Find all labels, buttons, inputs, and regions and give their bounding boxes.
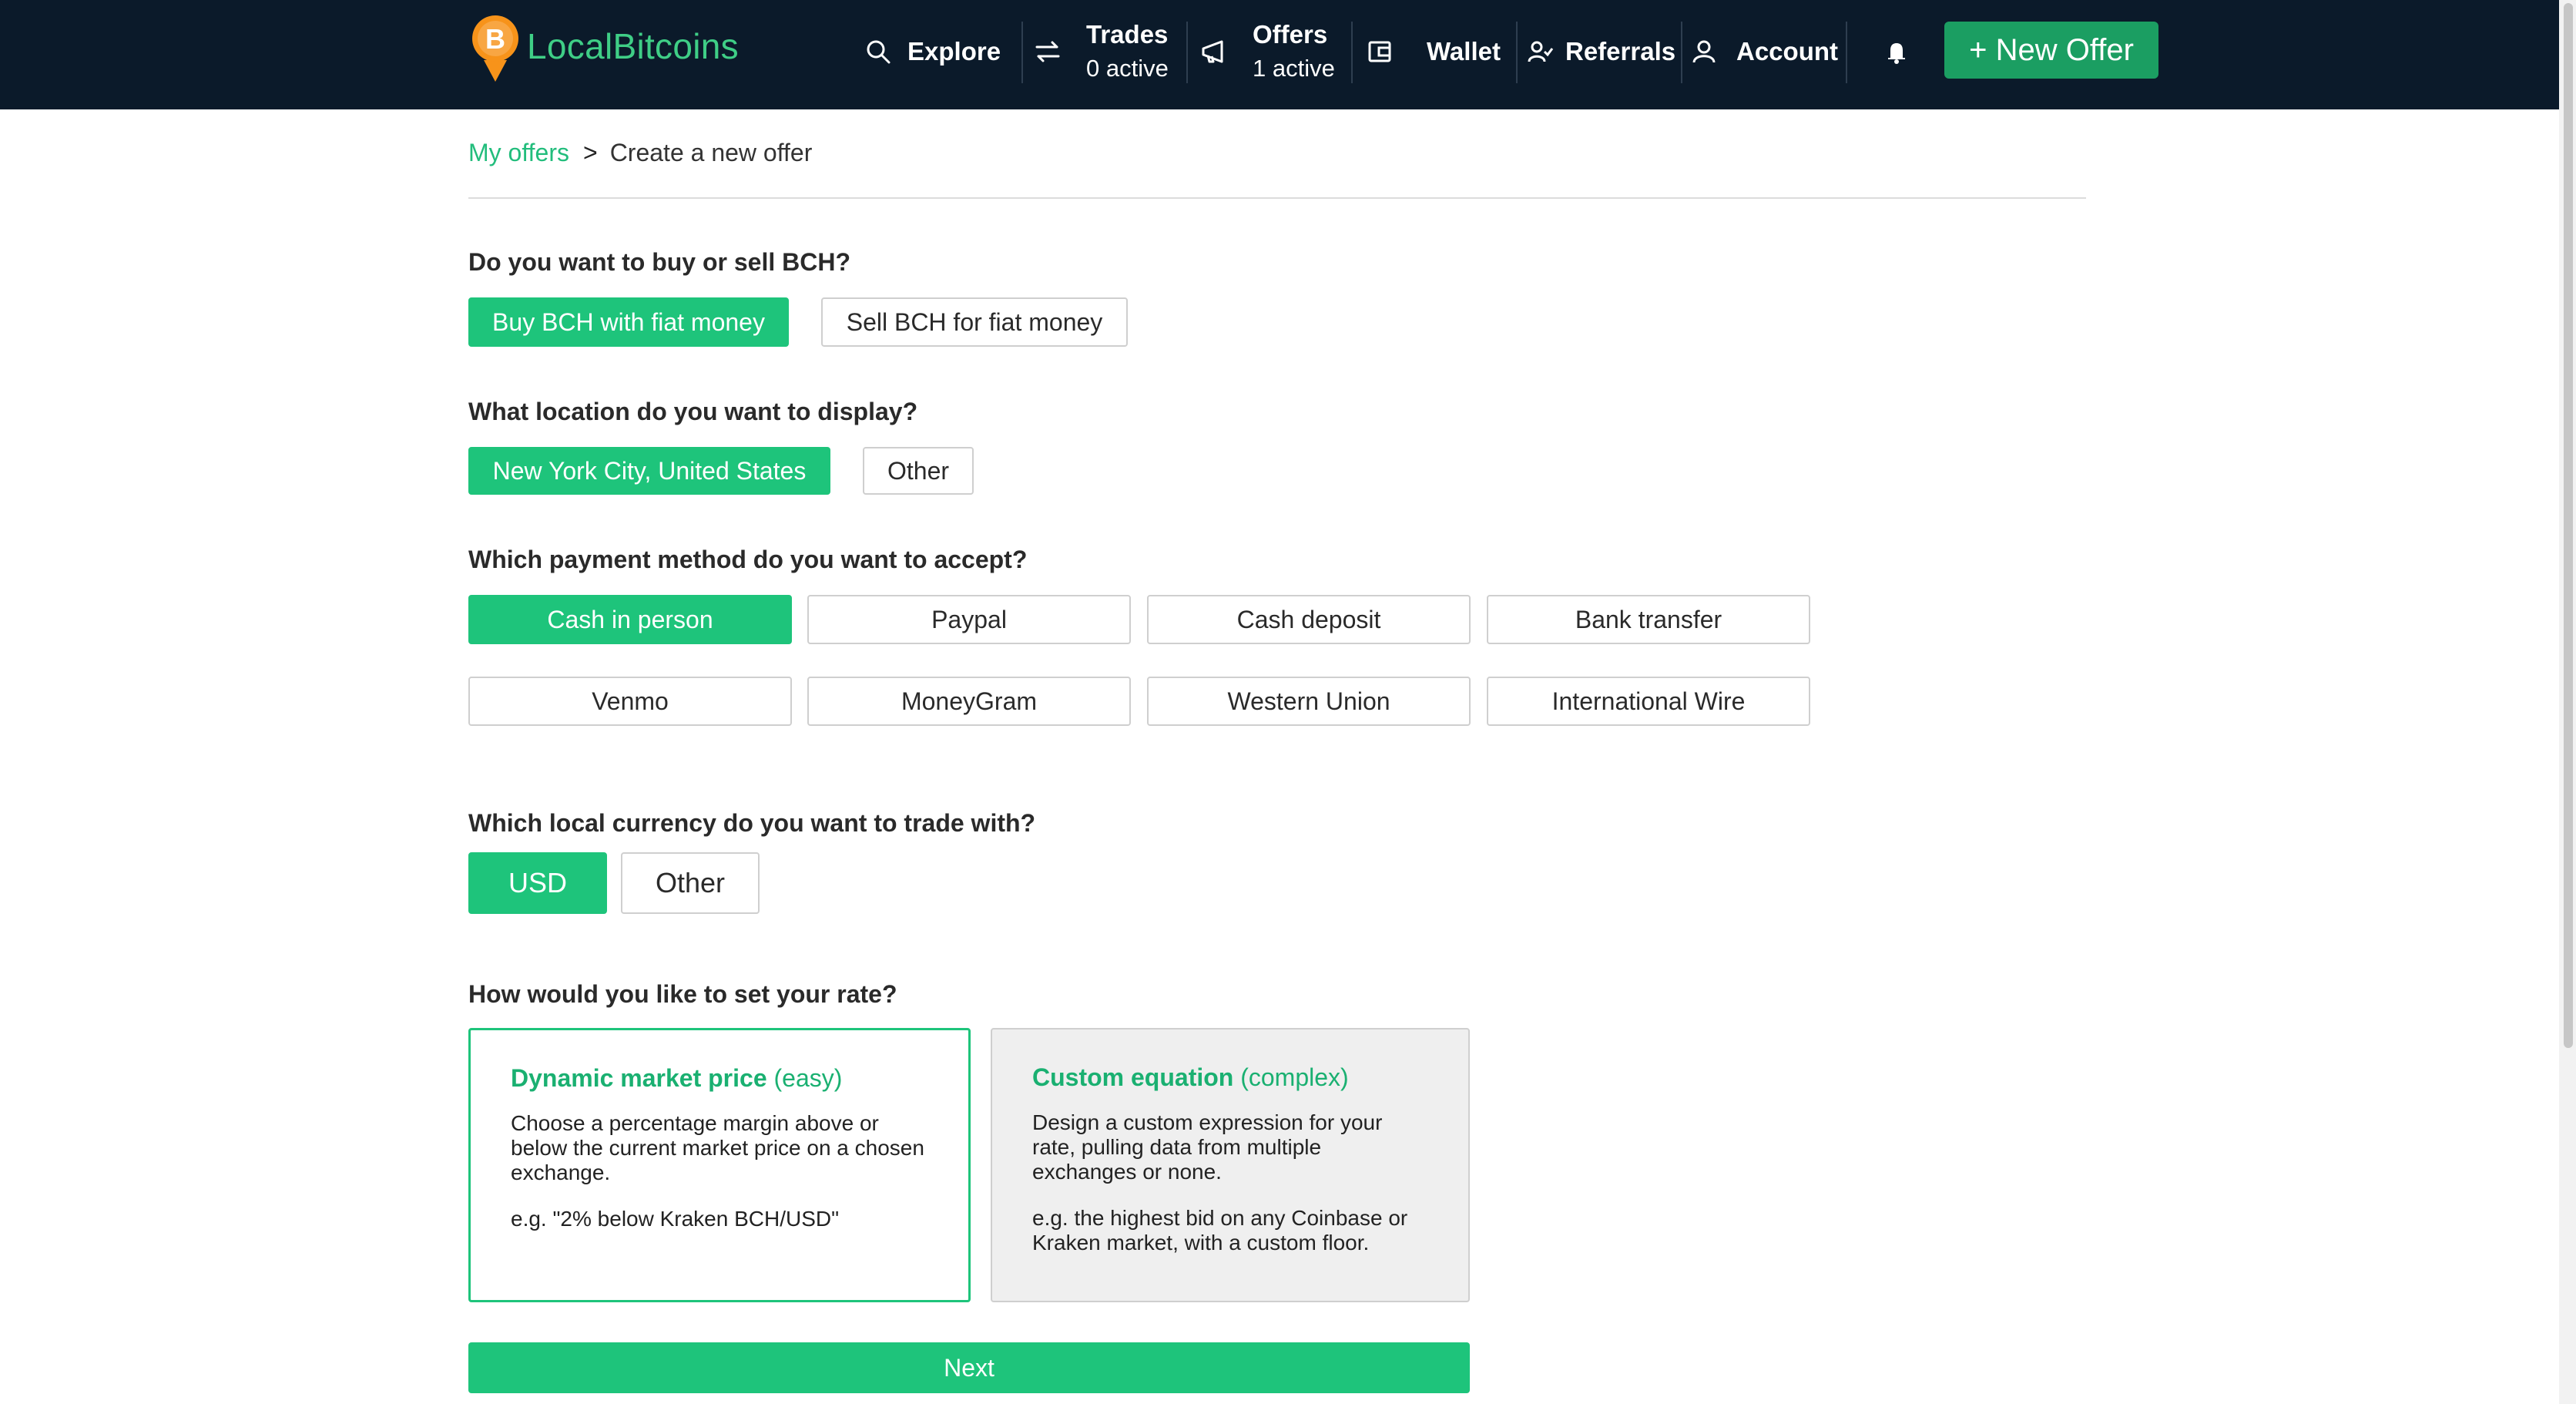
- breadcrumb-my-offers-link[interactable]: My offers: [468, 139, 569, 167]
- brand-name: LocalBitcoins: [527, 26, 739, 66]
- nav-offers-label: Offers: [1253, 20, 1328, 49]
- payment-western-union-option[interactable]: Western Union: [1147, 677, 1471, 726]
- currency-usd-option[interactable]: USD: [468, 852, 607, 914]
- transfer-arrows-icon: [1032, 36, 1063, 67]
- page-scrollbar-thumb[interactable]: [2564, 3, 2573, 1048]
- top-navigation-bar: B LocalBitcoins Explore Trades 0 active: [0, 0, 2559, 109]
- payment-method-question: Which payment method do you want to acce…: [468, 546, 1028, 573]
- nav-referrals-label: Referrals: [1565, 37, 1676, 65]
- nav-divider: [1846, 22, 1847, 83]
- search-icon: [863, 36, 894, 67]
- location-new-york-option[interactable]: New York City, United States: [468, 447, 830, 495]
- breadcrumb: My offers > Create a new offer: [468, 133, 812, 173]
- payment-international-wire-option[interactable]: International Wire: [1487, 677, 1810, 726]
- nav-divider: [1681, 22, 1682, 83]
- sell-bch-option[interactable]: Sell BCH for fiat money: [821, 297, 1128, 347]
- dynamic-market-price-description: Choose a percentage margin above or belo…: [511, 1111, 924, 1184]
- custom-equation-title-text: Custom equation: [1032, 1063, 1234, 1091]
- nav-offers-count: 1 active: [1253, 55, 1335, 82]
- custom-equation-title: Custom equation (complex): [1032, 1063, 1428, 1092]
- new-offer-button[interactable]: + New Offer: [1944, 22, 2158, 79]
- nav-trades[interactable]: Trades 0 active: [1032, 0, 1169, 103]
- nav-divider: [1516, 22, 1518, 83]
- nav-divider: [1351, 22, 1353, 83]
- breadcrumb-current-page: Create a new offer: [609, 138, 813, 166]
- custom-equation-hint: (complex): [1240, 1063, 1349, 1091]
- nav-account[interactable]: Account: [1689, 0, 1838, 103]
- brand-logo[interactable]: B LocalBitcoins: [470, 15, 739, 82]
- header-divider: [468, 197, 2086, 199]
- location-other-option[interactable]: Other: [863, 447, 974, 495]
- payment-cash-in-person-option[interactable]: Cash in person: [468, 595, 792, 644]
- payment-cash-deposit-option[interactable]: Cash deposit: [1147, 595, 1471, 644]
- buy-bch-option[interactable]: Buy BCH with fiat money: [468, 297, 789, 347]
- payment-venmo-option[interactable]: Venmo: [468, 677, 792, 726]
- payment-bank-transfer-option[interactable]: Bank transfer: [1487, 595, 1810, 644]
- currency-question: Which local currency do you want to trad…: [468, 809, 1036, 837]
- currency-other-option[interactable]: Other: [621, 852, 760, 914]
- dynamic-market-price-card[interactable]: Dynamic market price (easy) Choose a per…: [468, 1028, 971, 1302]
- trade-type-question: Do you want to buy or sell BCH?: [468, 248, 851, 276]
- nav-trades-count: 0 active: [1086, 55, 1169, 82]
- nav-divider: [1021, 22, 1023, 83]
- bell-icon: [1881, 36, 1912, 67]
- referrals-icon: [1524, 36, 1555, 67]
- dynamic-market-price-title: Dynamic market price (easy): [511, 1064, 928, 1093]
- nav-explore[interactable]: Explore: [863, 0, 1001, 103]
- notifications-button[interactable]: [1881, 0, 1912, 103]
- custom-equation-card[interactable]: Custom equation (complex) Design a custo…: [991, 1028, 1470, 1302]
- next-button[interactable]: Next: [468, 1342, 1470, 1393]
- location-question: What location do you want to display?: [468, 398, 918, 425]
- svg-text:B: B: [485, 23, 505, 55]
- nav-wallet[interactable]: Wallet: [1365, 0, 1501, 103]
- nav-divider: [1186, 22, 1188, 83]
- create-offer-page: B LocalBitcoins Explore Trades 0 active: [0, 0, 2576, 1404]
- account-icon: [1689, 36, 1719, 67]
- custom-equation-description: Design a custom expression for your rate…: [1032, 1110, 1383, 1184]
- nav-referrals[interactable]: Referrals: [1524, 0, 1675, 103]
- nav-explore-label: Explore: [907, 37, 1001, 65]
- bitcoin-logo-icon: B: [470, 8, 521, 85]
- dynamic-market-price-hint: (easy): [773, 1064, 843, 1092]
- custom-equation-example: e.g. the highest bid on any Coinbase or …: [1032, 1206, 1408, 1255]
- nav-wallet-label: Wallet: [1427, 37, 1501, 65]
- breadcrumb-separator: >: [583, 138, 598, 166]
- dynamic-market-price-example: e.g. "2% below Kraken BCH/USD": [511, 1207, 840, 1231]
- nav-account-label: Account: [1736, 37, 1838, 65]
- megaphone-icon: [1199, 36, 1229, 67]
- nav-offers[interactable]: Offers 1 active: [1199, 0, 1335, 103]
- payment-paypal-option[interactable]: Paypal: [807, 595, 1131, 644]
- wallet-icon: [1365, 36, 1396, 67]
- rate-question: How would you like to set your rate?: [468, 980, 897, 1008]
- dynamic-market-price-title-text: Dynamic market price: [511, 1064, 767, 1092]
- nav-trades-label: Trades: [1086, 20, 1169, 49]
- payment-moneygram-option[interactable]: MoneyGram: [807, 677, 1131, 726]
